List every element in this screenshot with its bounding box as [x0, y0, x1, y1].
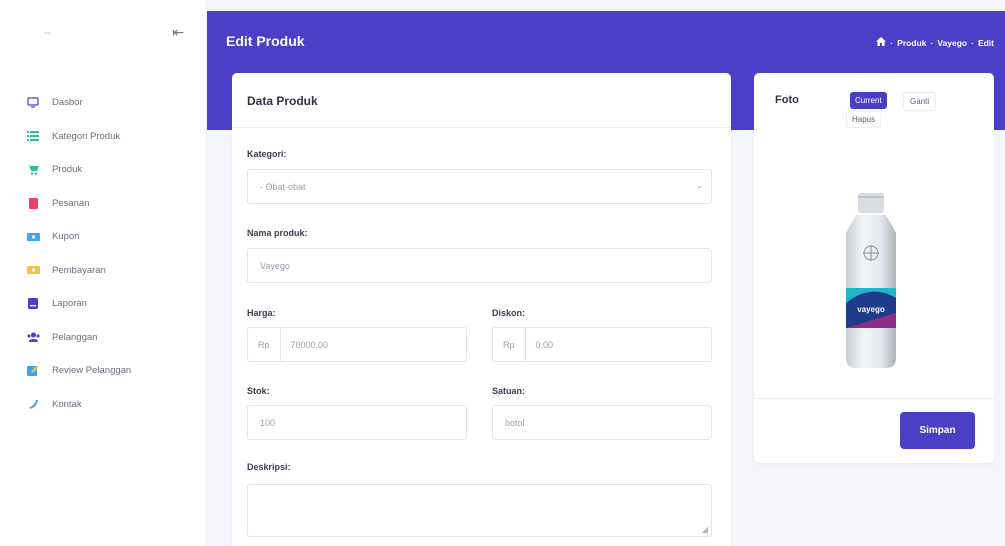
deskripsi-label: Deskripsi:	[247, 462, 291, 472]
product-form-card: Data Produk Kategori: - Obat-obat ⌄ Nama…	[232, 73, 731, 546]
review-icon	[25, 365, 41, 377]
sidebar-item-laporan[interactable]: Laporan	[0, 287, 206, 321]
sidebar-item-pelanggan[interactable]: Pelanggan	[0, 321, 206, 355]
breadcrumb-separator: ·	[930, 37, 934, 48]
sidebar-item-pembayaran[interactable]: Pembayaran	[0, 254, 206, 288]
sidebar-item-produk[interactable]: Produk	[0, 153, 206, 187]
kategori-value: - Obat-obat	[260, 181, 306, 192]
harga-input[interactable]: Rp 70000.00	[247, 327, 467, 362]
divider	[754, 398, 994, 399]
sidebar-item-label: Kontak	[52, 398, 82, 410]
sidebar-item-label: Produk	[52, 164, 83, 176]
sidebar-brand: – ⇤	[0, 0, 206, 64]
receipt-icon	[25, 197, 41, 209]
logo: –	[44, 25, 51, 39]
sidebar-item-label: Kupon	[52, 231, 80, 243]
stok-value: 100	[260, 417, 276, 428]
menu-collapse-icon[interactable]: ⇤	[172, 24, 184, 41]
sidebar-item-label: Pelanggan	[52, 331, 98, 343]
users-icon	[25, 331, 41, 343]
sidebar-menu: Dasbor Kategori Produk Produk Pesanan Ku…	[0, 86, 206, 421]
breadcrumb-item-produk[interactable]: Produk	[897, 38, 926, 48]
sidebar: – ⇤ Dasbor Kategori Produk Produk Pesana…	[0, 0, 207, 546]
money-icon	[25, 264, 41, 276]
sidebar-item-label: Laporan	[52, 298, 87, 310]
ticket-icon	[25, 231, 41, 243]
deskripsi-textarea[interactable]: ◢	[247, 484, 712, 537]
satuan-input[interactable]: botol	[492, 405, 712, 440]
nama-produk-input[interactable]: Vayego	[247, 248, 712, 283]
kategori-select[interactable]: - Obat-obat ⌄	[247, 169, 712, 204]
breadcrumb-item-edit: Edit	[977, 37, 994, 48]
ganti-tab-button[interactable]: Ganti	[903, 92, 937, 111]
satuan-label: Satuan:	[492, 386, 526, 396]
home-icon[interactable]	[876, 37, 887, 48]
diskon-prefix: Rp	[493, 328, 526, 361]
product-image-label: vayego	[857, 305, 885, 314]
current-tab-button[interactable]: Current	[850, 92, 887, 109]
harga-label: Harga:	[247, 308, 276, 318]
list-icon	[25, 130, 41, 142]
photo-card: Foto Current Ganti Hapus vayego Simpan	[754, 73, 994, 463]
kategori-label: Kategori:	[247, 149, 287, 159]
sidebar-item-review-pelanggan[interactable]: Review Pelanggan	[0, 354, 206, 388]
breadcrumb: · Produk · Vayego · Edit	[876, 37, 994, 48]
chevron-down-icon: ⌄	[696, 181, 703, 190]
sidebar-item-kupon[interactable]: Kupon	[0, 220, 206, 254]
sidebar-item-kategori-produk[interactable]: Kategori Produk	[0, 120, 206, 154]
hapus-tab-button[interactable]: Hapus	[846, 111, 882, 128]
stok-input[interactable]: 100	[247, 405, 467, 440]
sidebar-item-label: Pesanan	[52, 197, 90, 209]
breadcrumb-separator: ·	[890, 37, 894, 48]
report-icon	[25, 298, 41, 310]
resize-handle-icon[interactable]: ◢	[702, 525, 708, 534]
monitor-icon	[25, 97, 41, 109]
page-title: Edit Produk	[226, 33, 305, 49]
photo-title: Foto	[775, 94, 799, 106]
card-title: Data Produk	[232, 73, 731, 128]
sidebar-item-label: Dasbor	[52, 97, 83, 109]
diskon-value: 0.00	[535, 339, 554, 350]
diskon-input[interactable]: Rp 0.00	[492, 327, 712, 362]
sidebar-item-pesanan[interactable]: Pesanan	[0, 187, 206, 221]
nama-produk-value: Vayego	[260, 260, 290, 271]
harga-prefix: Rp	[248, 328, 281, 361]
phone-icon	[25, 398, 41, 410]
stok-label: Stok:	[247, 386, 270, 396]
nama-produk-label: Nama produk:	[247, 228, 308, 238]
satuan-value: botol	[505, 417, 525, 428]
save-button[interactable]: Simpan	[900, 412, 975, 449]
sidebar-item-label: Pembayaran	[52, 264, 106, 276]
cart-icon	[25, 164, 41, 176]
product-image: vayego	[838, 193, 904, 368]
breadcrumb-item-product[interactable]: Vayego	[937, 38, 967, 48]
breadcrumb-separator: ·	[971, 37, 974, 48]
harga-value: 70000.00	[290, 339, 329, 350]
sidebar-item-label: Kategori Produk	[52, 130, 121, 142]
diskon-label: Diskon:	[492, 308, 526, 318]
sidebar-item-label: Review Pelanggan	[52, 365, 132, 377]
sidebar-item-kontak[interactable]: Kontak	[0, 388, 206, 422]
sidebar-item-dasbor[interactable]: Dasbor	[0, 86, 206, 120]
